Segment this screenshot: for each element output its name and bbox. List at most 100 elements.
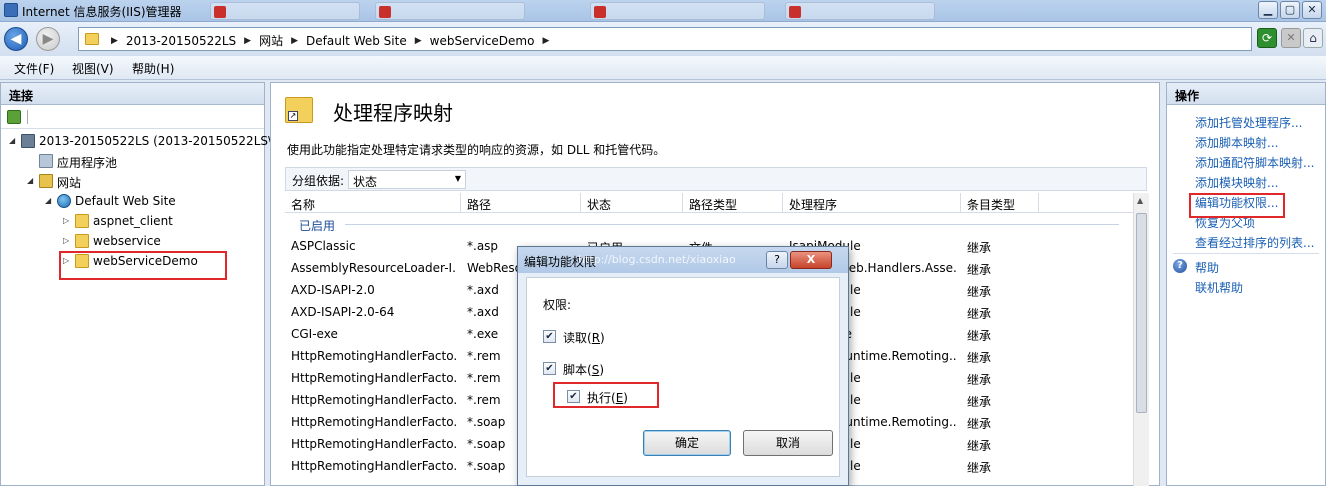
table-cell: 继承 [967, 285, 992, 299]
table-cell: 继承 [967, 395, 992, 409]
column-header[interactable]: 路径类型 [683, 193, 783, 213]
column-header[interactable]: 状态 [581, 193, 683, 213]
scroll-up-icon[interactable]: ▲ [1137, 196, 1143, 205]
refresh-icon[interactable]: ⟳ [1257, 28, 1277, 48]
table-cell: HttpRemotingHandlerFacto... [291, 459, 457, 473]
maximize-button[interactable]: ▢ [1280, 1, 1300, 19]
tree-node[interactable]: 应用程序池 [1, 151, 264, 171]
back-button[interactable]: ◀ [4, 27, 28, 51]
highlight-execute [553, 382, 659, 408]
expander-icon[interactable]: ▷ [63, 236, 69, 245]
tree-node[interactable]: ◢ 2013-20150522LS (2013-20150522LS\ [1, 131, 272, 151]
scrollbar-thumb[interactable] [1136, 213, 1147, 413]
script-label: 脚本(S) [563, 363, 605, 377]
forward-button[interactable]: ▶ [36, 27, 60, 51]
action-link[interactable]: 添加托管处理程序... [1167, 111, 1325, 131]
help-link[interactable]: ? 帮助 [1167, 256, 1325, 276]
breadcrumb-default-web-site[interactable]: Default Web Site [306, 34, 407, 48]
stop-icon[interactable]: ✕ [1281, 28, 1301, 48]
tree-node[interactable]: ◢ Default Web Site [1, 191, 264, 211]
breadcrumb-webservicedemo[interactable]: webServiceDemo [430, 34, 535, 48]
menu-file[interactable]: 文件(F) [14, 60, 54, 77]
app-icon [379, 6, 391, 18]
app-icon [789, 6, 801, 18]
actions-panel: 操作 添加托管处理程序... 添加脚本映射... 添加通配符脚本映射... 添加模块映… [1166, 82, 1326, 486]
tree-node[interactable]: ◢ 网站 [1, 171, 264, 191]
dialog-body: 权限: ✔ 读取(R) ✔ 脚本(S) ✔ 执行(E) 确定 取消 [526, 277, 840, 477]
table-cell: 继承 [967, 461, 992, 475]
home-icon[interactable]: ⌂ [1303, 28, 1323, 48]
tree-node[interactable]: ▷ aspnet_client [1, 211, 264, 231]
expander-icon[interactable]: ▷ [63, 216, 69, 225]
group-by-select[interactable]: 状态 ▼ [348, 170, 466, 189]
app-pool-icon [39, 154, 53, 168]
breadcrumb-separator-icon[interactable]: ▶ [542, 36, 549, 46]
action-link[interactable]: 添加通配符脚本映射... [1167, 151, 1325, 171]
read-checkbox[interactable]: ✔ [543, 330, 556, 343]
highlight-edit-permissions [1189, 193, 1285, 218]
expander-icon[interactable]: ◢ [9, 136, 15, 145]
help-link[interactable]: 联机帮助 [1167, 276, 1325, 296]
watermark: http://blog.csdn.net/xiaoxiao [578, 253, 736, 266]
tree-node-label: 2013-20150522LS (2013-20150522LS\ [39, 134, 273, 148]
group-divider [345, 224, 1119, 225]
table-cell: HttpRemotingHandlerFacto... [291, 437, 457, 451]
breadcrumb-separator-icon[interactable]: ▶ [291, 36, 298, 46]
table-cell: HttpRemotingHandlerFacto... [291, 371, 457, 385]
cancel-button[interactable]: 取消 [743, 430, 833, 456]
connect-icon[interactable] [7, 110, 21, 124]
table-cell: AXD-ISAPI-2.0-64 [291, 305, 395, 319]
connections-panel: 连接 ◢ 2013-20150522LS (2013-20150522LS\ 应用程… [0, 82, 272, 486]
table-cell: 继承 [967, 241, 992, 255]
help-icon: ? [1173, 259, 1187, 273]
group-header-enabled: 已启用 [285, 213, 1133, 235]
title-bar: Internet 信息服务(IIS)管理器 ▁ ▢ ✕ [0, 0, 1326, 22]
table-cell: 继承 [967, 263, 992, 277]
action-label: 添加模块映射... [1195, 176, 1279, 190]
expander-icon[interactable]: ◢ [27, 176, 33, 185]
breadcrumb-separator-icon[interactable]: ▶ [415, 36, 422, 46]
column-header[interactable]: 路径 [461, 193, 581, 213]
breadcrumb-server[interactable]: 2013-20150522LS [126, 34, 236, 48]
table-cell: CGI-exe [291, 327, 338, 341]
server-icon [21, 134, 35, 148]
highlight-webservicedemo [59, 251, 227, 280]
menu-help[interactable]: 帮助(H) [132, 60, 174, 77]
help-label: 联机帮助 [1195, 281, 1244, 295]
address-bar[interactable]: ▶ 2013-20150522LS ▶ 网站 ▶ Default Web Sit… [78, 27, 1252, 51]
background-taskbar-item [590, 2, 765, 20]
tree-node-label: aspnet_client [93, 214, 173, 228]
tree-node-label: Default Web Site [75, 194, 176, 208]
minimize-button[interactable]: ▁ [1258, 1, 1278, 19]
dialog-close-button[interactable]: X [790, 251, 832, 269]
action-link[interactable]: 添加脚本映射... [1167, 131, 1325, 151]
table-cell: HttpRemotingHandlerFacto... [291, 349, 457, 363]
toolbar-divider [27, 110, 28, 124]
connections-header: 连接 [1, 83, 264, 105]
ok-button[interactable]: 确定 [643, 430, 731, 456]
read-label: 读取(R) [563, 331, 605, 345]
group-by-bar: 分组依据: 状态 ▼ [285, 167, 1147, 191]
breadcrumb-separator-icon[interactable]: ▶ [244, 36, 251, 46]
tree-node[interactable]: ▷ webservice [1, 231, 264, 251]
dialog-help-button[interactable]: ? [766, 251, 788, 269]
folder-icon [75, 234, 89, 248]
tree-node-label: webservice [93, 234, 161, 248]
feature-description: 使用此功能指定处理特定请求类型的响应的资源，如 DLL 和托管代码。 [287, 143, 666, 157]
table-cell: 继承 [967, 439, 992, 453]
breadcrumb-separator-icon[interactable]: ▶ [111, 36, 118, 46]
action-link[interactable]: 查看经过排序的列表... [1167, 231, 1325, 251]
menu-view[interactable]: 视图(V) [72, 60, 114, 77]
tree-node-label: 网站 [57, 176, 82, 190]
vertical-scrollbar[interactable]: ▲ [1133, 193, 1149, 486]
close-button[interactable]: ✕ [1302, 1, 1322, 19]
column-header[interactable]: 条目类型 [961, 193, 1039, 213]
column-header[interactable]: 处理程序 [783, 193, 961, 213]
column-header[interactable]: 名称 [285, 193, 461, 213]
expander-icon[interactable]: ◢ [45, 196, 51, 205]
script-checkbox[interactable]: ✔ [543, 362, 556, 375]
action-link[interactable]: 添加模块映射... [1167, 171, 1325, 191]
breadcrumb-sites[interactable]: 网站 [259, 32, 283, 49]
actions-divider [1173, 253, 1319, 254]
background-taskbar-item [210, 2, 360, 20]
